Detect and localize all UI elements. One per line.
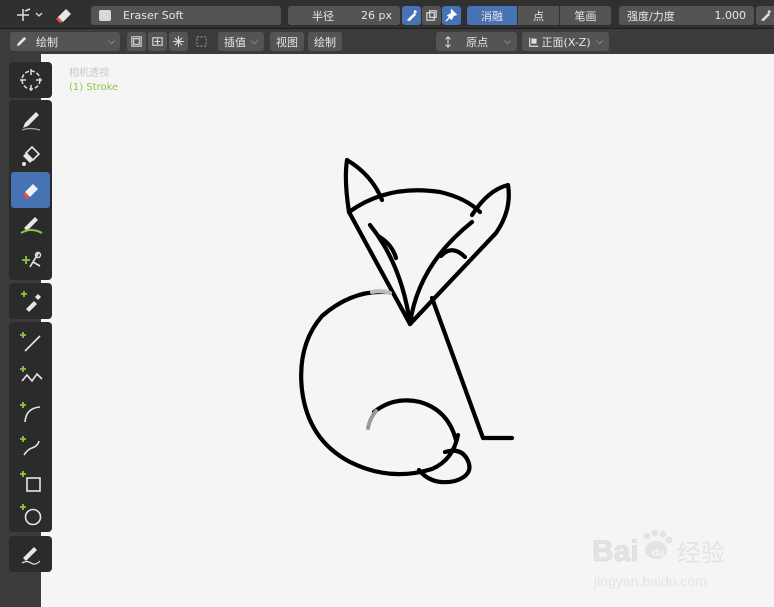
svg-text:jingyan.baidu.com: jingyan.baidu.com: [593, 573, 707, 589]
line-tool[interactable]: [11, 324, 50, 360]
polyline-icon: [19, 366, 43, 383]
toolbar-group-primitives: [9, 322, 52, 532]
arc-tool[interactable]: [11, 394, 50, 430]
tint-tool[interactable]: [11, 206, 50, 242]
fill-tool[interactable]: [11, 138, 50, 174]
curve-tool[interactable]: [11, 428, 50, 464]
cutter-icon: [21, 251, 41, 268]
draw-icon: [21, 112, 40, 131]
box-icon: [19, 471, 41, 492]
toolbar-group-cursor: [9, 62, 52, 98]
annotate-tool[interactable]: [11, 536, 50, 572]
annotate-icon: [21, 547, 40, 565]
erase-icon: [22, 184, 38, 199]
tint-icon: [19, 217, 42, 234]
fill-icon: [21, 145, 40, 166]
cutter-tool[interactable]: [11, 242, 50, 278]
circle-icon: [19, 504, 41, 526]
arc-icon: [19, 402, 40, 423]
eyedropper-tool[interactable]: [11, 283, 50, 319]
svg-text:Bai: Bai: [592, 535, 639, 568]
line-icon: [19, 332, 41, 352]
baidu-watermark: Bai du 经验 jingyan.baidu.com: [592, 528, 742, 593]
toolbar-group-annotate: [9, 536, 52, 572]
toolbar-group-eyedropper: [9, 283, 52, 319]
curve-icon: [19, 436, 40, 456]
erase-tool[interactable]: [11, 172, 50, 208]
fox-stroke-drawing: [299, 157, 515, 485]
cursor-icon: [19, 69, 42, 91]
eyedropper-icon: [20, 291, 41, 312]
circle-tool[interactable]: [11, 496, 50, 532]
polyline-tool[interactable]: [11, 358, 50, 394]
cursor-tool[interactable]: [11, 62, 50, 98]
box-tool[interactable]: [11, 463, 50, 499]
draw-tool[interactable]: [11, 102, 50, 138]
svg-text:经验: 经验: [677, 539, 725, 567]
svg-text:du: du: [652, 548, 664, 559]
toolbar-group-paint: [9, 100, 52, 280]
